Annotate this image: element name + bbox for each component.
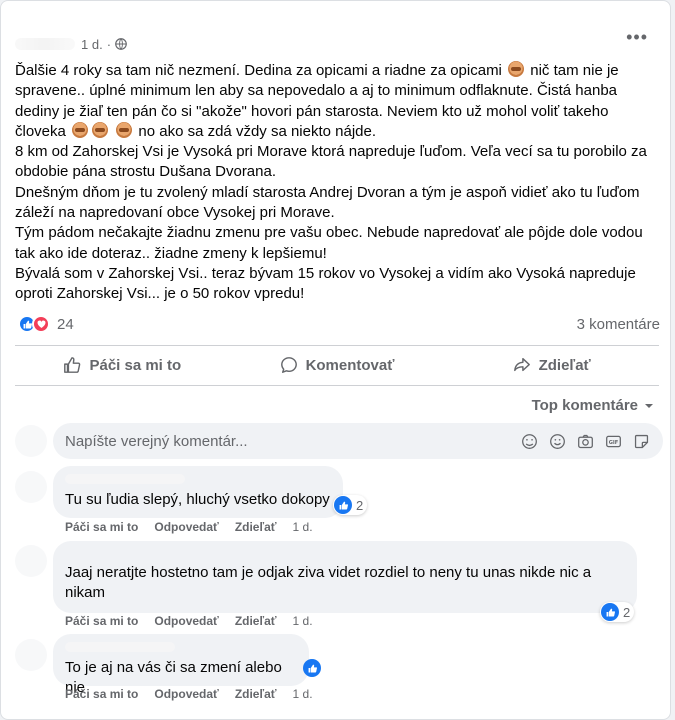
- avatar[interactable]: [15, 425, 47, 457]
- comment-time[interactable]: 1 d.: [293, 614, 313, 628]
- comment-like-count: 2: [623, 604, 631, 620]
- comments-count-link[interactable]: 3 komentáre: [577, 316, 660, 333]
- author-name-redacted: [15, 38, 75, 50]
- like-button[interactable]: Páči sa mi to: [15, 347, 230, 383]
- post-card: 1 d. · ••• Ďalšie 4 roky sa tam nič nezm…: [0, 0, 671, 720]
- comment-reply-button[interactable]: Odpovedať: [154, 520, 218, 534]
- comment-icon: [280, 357, 297, 373]
- comment-reply-button[interactable]: Odpovedať: [154, 614, 218, 628]
- divider: [15, 345, 659, 346]
- share-label: Zdieľať: [538, 356, 591, 374]
- emoji-icon[interactable]: [548, 432, 567, 451]
- comment-label: Komentovať: [305, 356, 395, 374]
- divider: [15, 385, 659, 386]
- comments-filter[interactable]: Top komentáre: [532, 397, 654, 414]
- post-body: Ďalšie 4 roky sa tam nič nezmení. Dedina…: [15, 61, 655, 305]
- comment-share-button[interactable]: Zdieľať: [235, 520, 277, 534]
- post-paragraph-2: 8 km od Zahorskej Vsi je Vysoká pri Mora…: [15, 143, 647, 181]
- post-meta: 1 d. ·: [81, 37, 127, 52]
- post-paragraph-3: Dnešným dňom je tu zvolený mladí starost…: [15, 183, 640, 222]
- composer-tools: GIF: [520, 432, 651, 451]
- svg-text:GIF: GIF: [609, 440, 619, 446]
- comment-text: Jaaj neratjte hostetno tam je odjak ziva…: [65, 564, 592, 601]
- avatar[interactable]: [15, 545, 47, 577]
- avatar[interactable]: [15, 639, 47, 671]
- globe-icon: [115, 38, 127, 50]
- like-icon: [64, 357, 81, 373]
- share-icon: [513, 357, 530, 372]
- separator-dot: ·: [106, 36, 112, 52]
- share-button[interactable]: Zdieľať: [444, 347, 659, 383]
- like-icon: [334, 496, 352, 514]
- comment-reply-button[interactable]: Odpovedať: [154, 687, 218, 701]
- monkey-emoji-icon: [92, 121, 109, 138]
- post-time[interactable]: 1 d.: [81, 37, 103, 52]
- comment-bubble-2: Jaaj neratjte hostetno tam je odjak ziva…: [53, 541, 637, 613]
- reaction-count: 24: [57, 315, 74, 333]
- comment-time[interactable]: 1 d.: [293, 687, 313, 701]
- like-label: Páči sa mi to: [89, 356, 182, 374]
- comments-filter-label: Top komentáre: [531, 397, 638, 414]
- comment-author-redacted: [65, 474, 185, 484]
- post-paragraph-5: Bývalá som v Zahorskej Vsi.. teraz bývam…: [15, 264, 636, 303]
- comment-actions: Páči sa mi to Odpovedať Zdieľať 1 d.: [65, 520, 313, 534]
- avatar[interactable]: [15, 471, 47, 503]
- post-paragraph-4: Tým pádom nečakajte žiadnu zmenu pre vaš…: [15, 224, 643, 262]
- reaction-summary[interactable]: 24: [18, 315, 74, 333]
- comment-actions: Páči sa mi to Odpovedať Zdieľať 1 d.: [65, 614, 313, 628]
- comment-bubble-3: To je aj na vás či sa zmení alebo nie: [53, 634, 309, 696]
- comment-actions: Páči sa mi to Odpovedať Zdieľať 1 d.: [65, 687, 313, 701]
- comment-button[interactable]: Komentovať: [230, 347, 445, 383]
- post-header: 1 d. ·: [15, 31, 127, 57]
- comment-composer: GIF: [53, 423, 663, 459]
- camera-icon[interactable]: [576, 432, 595, 451]
- sticker-icon[interactable]: [520, 432, 539, 451]
- comment-bubble-1: Tu su ľudia slepý, hluchý vsetko dokopy: [53, 466, 343, 518]
- monkey-emoji-icon: [116, 121, 133, 138]
- love-icon: [32, 315, 50, 333]
- comment-time[interactable]: 1 d.: [293, 520, 313, 534]
- comment-share-button[interactable]: Zdieľať: [235, 687, 277, 701]
- comment-like-button[interactable]: Páči sa mi to: [65, 614, 138, 628]
- comment-share-button[interactable]: Zdieľať: [235, 614, 277, 628]
- gif-icon[interactable]: GIF: [604, 432, 623, 451]
- comment-like-badge[interactable]: 2: [333, 495, 368, 515]
- comment-like-button[interactable]: Páči sa mi to: [65, 520, 138, 534]
- monkey-emoji-icon: [72, 121, 89, 138]
- like-icon: [601, 603, 619, 621]
- comment-like-count: 2: [356, 497, 364, 513]
- avatar-sticker-icon[interactable]: [632, 432, 651, 451]
- post-paragraph-1: Ďalšie 4 roky sa tam nič nezmení. Dedina…: [15, 61, 619, 140]
- chevron-down-icon: [645, 403, 653, 408]
- comment-author-redacted: [65, 642, 175, 652]
- more-icon[interactable]: •••: [626, 28, 648, 46]
- comment-like-button[interactable]: Páči sa mi to: [65, 687, 138, 701]
- comment-text: Tu su ľudia slepý, hluchý vsetko dokopy: [65, 491, 330, 508]
- post-actions: Páči sa mi to Komentovať Zdieľať: [15, 347, 659, 383]
- monkey-emoji-icon: [508, 61, 525, 77]
- like-icon[interactable]: [303, 659, 321, 677]
- comment-input[interactable]: [65, 432, 520, 450]
- comment-like-badge[interactable]: 2: [600, 602, 635, 622]
